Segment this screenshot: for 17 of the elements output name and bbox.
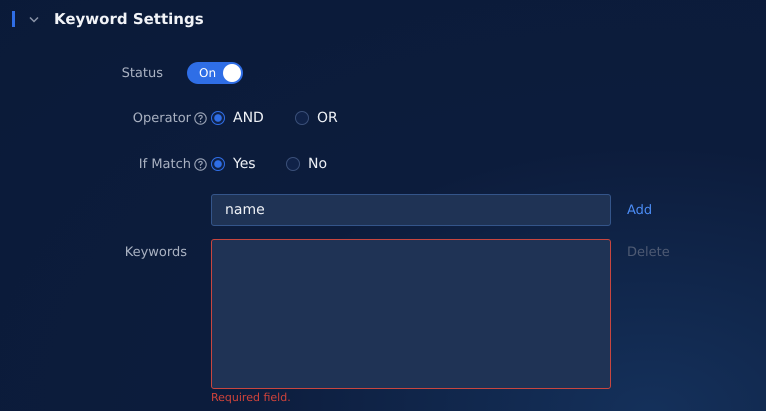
field-label: Operator [132, 110, 191, 126]
radio-option[interactable]: OR [295, 110, 379, 126]
field-label: Keywords [124, 245, 187, 260]
help-icon[interactable] [194, 112, 207, 124]
radio-option[interactable]: No [286, 156, 361, 172]
error-message: Required field. [211, 391, 292, 404]
radio-option[interactable]: Yes [211, 156, 286, 172]
chevron-icon[interactable] [29, 16, 39, 22]
accent-bar [12, 11, 15, 27]
keyword-input[interactable]: name [211, 194, 611, 226]
add-link[interactable]: Add [621, 200, 658, 220]
field-label: If Match [138, 156, 191, 172]
toggle-switch[interactable]: On [187, 62, 243, 84]
radio-option[interactable]: AND [211, 110, 295, 126]
field-label: Status [122, 66, 163, 80]
section-title: Keyword Settings [54, 10, 204, 28]
help-icon[interactable] [194, 158, 207, 170]
